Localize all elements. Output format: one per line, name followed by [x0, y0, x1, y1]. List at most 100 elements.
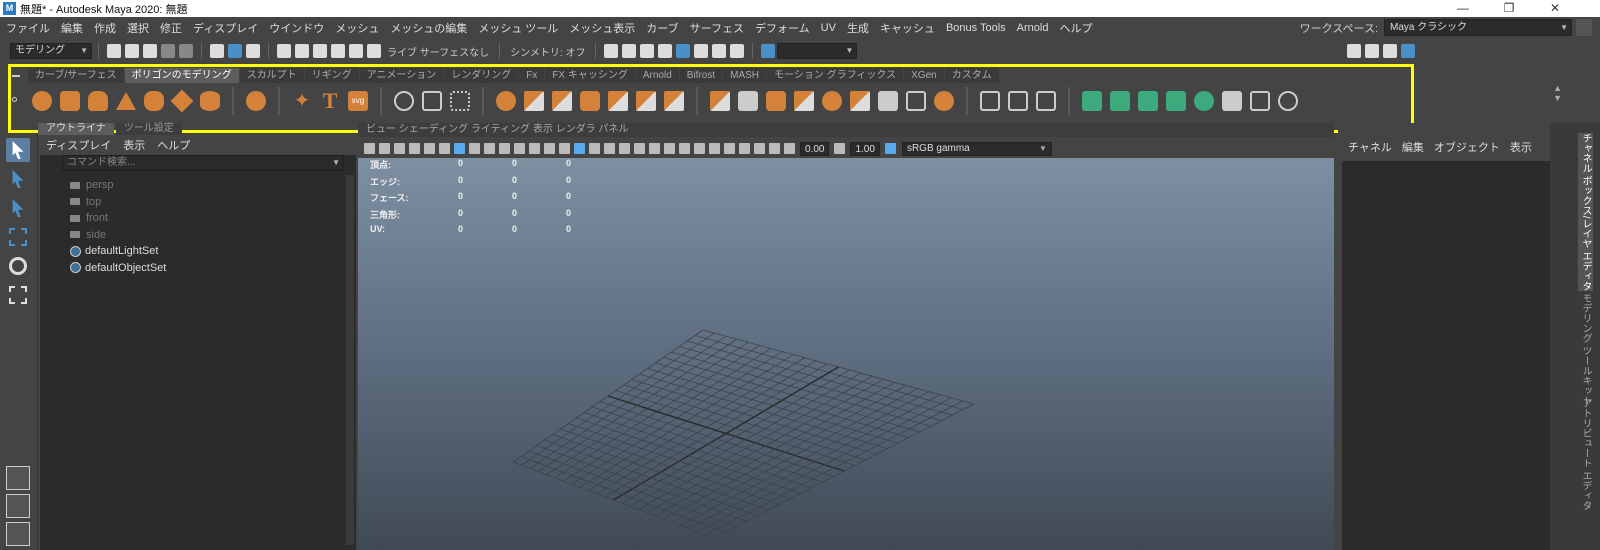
shelf-settings-icon[interactable] [12, 97, 17, 102]
poly-disc-icon[interactable] [200, 91, 220, 111]
camera-select-icon[interactable] [364, 143, 375, 154]
new-scene-icon[interactable] [107, 44, 121, 58]
poly-cone-icon[interactable] [116, 92, 136, 110]
color-management-icon[interactable] [884, 143, 896, 154]
menu-create[interactable]: 作成 [94, 20, 116, 36]
channel-menu-show[interactable]: 表示 [1510, 139, 1532, 155]
extrude-icon[interactable] [794, 91, 814, 111]
uv-editor-icon[interactable] [1222, 91, 1242, 111]
safe-action-icon[interactable] [529, 143, 540, 154]
lasso-tool[interactable] [6, 167, 30, 191]
save-scene-icon[interactable] [143, 44, 157, 58]
ipr-render-icon[interactable] [640, 44, 655, 58]
tool-settings-icon[interactable] [1383, 44, 1398, 58]
shelf-options[interactable] [12, 71, 22, 111]
separate-icon[interactable] [524, 91, 544, 111]
scroll-down-icon[interactable]: ▼ [1553, 93, 1562, 103]
tab-poly-modeling[interactable]: ポリゴンのモデリング [124, 68, 239, 83]
insert-edge-loop-icon[interactable] [1008, 91, 1028, 111]
four-view-layout[interactable] [6, 494, 30, 518]
xray-joints-icon[interactable] [769, 143, 780, 154]
gamma-field[interactable]: 1.00 [850, 141, 880, 156]
menu-select[interactable]: 選択 [127, 20, 149, 36]
tab-rigging[interactable]: リギング [304, 68, 359, 83]
tab-animation[interactable]: アニメーション [359, 68, 444, 83]
outliner-menu-help[interactable]: ヘルプ [157, 137, 190, 153]
outliner-search-input[interactable]: コマンド検索... [62, 155, 344, 171]
render-frame-icon[interactable] [622, 44, 637, 58]
tab-mash[interactable]: MASH [723, 68, 767, 83]
freeze-transform-icon[interactable] [450, 91, 470, 111]
film-gate-icon[interactable] [469, 143, 480, 154]
channel-menu-object[interactable]: オブジェクト [1434, 139, 1500, 155]
menu-modify[interactable]: 修正 [160, 20, 182, 36]
tab-curves-surfaces[interactable]: カーブ/サーフェス [28, 68, 124, 83]
outliner-menu-display[interactable]: ディスプレイ [46, 137, 111, 153]
menu-display[interactable]: ディスプレイ [193, 20, 258, 36]
render-setup-icon[interactable] [694, 44, 709, 58]
tab-xgen[interactable]: XGen [904, 68, 944, 83]
tab-bifrost[interactable]: Bifrost [679, 68, 723, 83]
maximize-button[interactable]: ❐ [1486, 0, 1532, 17]
circularize-icon[interactable] [738, 91, 758, 111]
automatic-uv-icon[interactable] [1166, 91, 1186, 111]
menu-help[interactable]: ヘルプ [1059, 20, 1092, 36]
live-surface-label[interactable]: ライブ サーフェスなし [387, 44, 489, 59]
svg-icon[interactable]: svg [348, 91, 368, 111]
outliner-menu-show[interactable]: 表示 [123, 137, 145, 153]
quad-draw-icon[interactable] [1036, 91, 1056, 111]
gate-mask-icon[interactable] [499, 143, 510, 154]
boolean-intersection-icon[interactable] [664, 91, 684, 111]
isolate-select-icon[interactable] [724, 143, 735, 154]
shelf-tab-menu-icon[interactable] [12, 75, 20, 77]
menu-deform[interactable]: デフォーム [755, 20, 810, 36]
planar-uv-icon[interactable] [1082, 91, 1102, 111]
redo-icon[interactable] [179, 44, 193, 58]
light-editor-icon[interactable] [712, 44, 727, 58]
fill-hole-icon[interactable] [850, 91, 870, 111]
menu-arnold[interactable]: Arnold [1017, 22, 1049, 34]
two-view-layout[interactable] [6, 522, 30, 546]
tab-fx[interactable]: Fx [519, 68, 545, 83]
menu-mesh-tools[interactable]: メッシュ ツール [478, 20, 558, 36]
3d-viewport[interactable]: 頂点: 0 0 0 エッジ: 0 0 0 フェース: 0 0 0 三角形: 0 0 0 UV: 0 0 0 [358, 158, 1334, 550]
boolean-union-icon[interactable] [608, 91, 628, 111]
lock-icon[interactable] [1576, 19, 1592, 36]
poly-sphere-icon[interactable] [32, 91, 52, 111]
exposure-field[interactable]: 0.00 [800, 141, 830, 156]
pause-viewport-icon[interactable] [730, 44, 745, 58]
bridge-icon[interactable] [766, 91, 786, 111]
center-pivot-icon[interactable] [394, 91, 414, 111]
menu-windows[interactable]: ウインドウ [269, 20, 324, 36]
minimize-button[interactable]: — [1440, 0, 1486, 17]
wireframe-icon[interactable] [559, 143, 570, 154]
tab-custom[interactable]: カスタム [944, 68, 999, 83]
tab-motion-graphics[interactable]: モーション グラフィックス [767, 68, 904, 83]
poly-cylinder-icon[interactable] [88, 91, 108, 111]
extract-icon[interactable] [552, 91, 572, 111]
mirror-icon[interactable] [710, 91, 730, 111]
channel-menu-edit[interactable]: 編集 [1402, 139, 1424, 155]
depth-of-field-icon[interactable] [709, 143, 720, 154]
channel-box-icon[interactable] [1401, 44, 1416, 58]
wedge-icon[interactable] [934, 91, 954, 111]
snap-view-plane-icon[interactable] [331, 44, 345, 58]
tab-rendering[interactable]: レンダリング [444, 68, 519, 83]
shelf-scroll[interactable]: ▲ ▼ [1553, 83, 1562, 103]
menu-surfaces[interactable]: サーフェス [690, 20, 744, 36]
spherical-uv-icon[interactable] [1138, 91, 1158, 111]
outliner-item-default-object-set[interactable]: defaultObjectSet [40, 260, 356, 277]
render-view-icon[interactable] [658, 44, 673, 58]
tab-channel-box-layer-editor[interactable]: チャネル ボックス/レイヤ エディタ [1578, 133, 1593, 292]
tab-tool-settings[interactable]: ツール設定 [115, 123, 182, 135]
ambient-occlusion-icon[interactable] [664, 143, 675, 154]
menu-cache[interactable]: キャッシュ [880, 20, 935, 36]
poly-plane-icon[interactable] [170, 89, 194, 113]
snap-point-icon[interactable] [313, 44, 327, 58]
outliner-item-top[interactable]: top [40, 194, 356, 211]
outliner-item-default-light-set[interactable]: defaultLightSet [40, 243, 356, 260]
menu-edit[interactable]: 編集 [61, 20, 83, 36]
xray-icon[interactable] [739, 143, 750, 154]
bevel-icon[interactable] [822, 91, 842, 111]
2d-pan-zoom-icon[interactable] [424, 143, 435, 154]
